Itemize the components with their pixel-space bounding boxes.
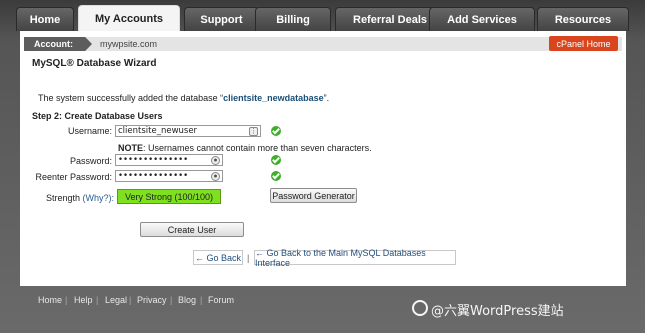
success-message: The system successfully added the databa… [38,93,329,103]
why-link[interactable]: (Why?): [83,193,115,203]
strength-meter: Very Strong (100/100) [117,189,221,204]
username-label: Username: [67,126,112,136]
footer-link-home[interactable]: Home [38,295,62,305]
key-icon[interactable]: ● [211,172,220,181]
password-input[interactable]: •••••••••••••• [115,154,223,166]
content-panel: Account: mywpsite.com cPanel Home MySQL®… [20,31,626,286]
field-menu-icon[interactable]: ⋮ [249,127,258,136]
tab-my-accounts[interactable]: My Accounts [78,5,180,31]
account-label: Account: [24,37,92,51]
cpanel-home-button[interactable]: cPanel Home [549,36,618,51]
go-back-link[interactable]: ← Go Back [193,250,243,265]
reenter-password-value: •••••••••••••• [118,171,189,181]
username-input[interactable]: clientsite_newuser [115,125,261,137]
main-tabs: Home My Accounts Support Billing Referra… [16,5,629,31]
footer-separator: | [96,295,99,305]
reenter-password-label: Reenter Password: [35,172,112,182]
footer-link-blog[interactable]: Blog [178,295,196,305]
note-label: NOTE [118,143,144,153]
footer-link-help[interactable]: Help [74,295,93,305]
footer-link-forum[interactable]: Forum [208,295,234,305]
key-icon[interactable]: ● [211,156,220,165]
username-note: NOTE: Usernames cannot contain more than… [118,143,372,153]
check-circle-icon [271,155,281,165]
tab-home[interactable]: Home [16,7,74,31]
tab-add-services[interactable]: Add Services [429,7,535,31]
account-domain: mywpsite.com [100,39,158,49]
create-user-button[interactable]: Create User [140,222,244,237]
reenter-password-input[interactable]: •••••••••••••• [115,170,223,182]
footer-separator: | [200,295,203,305]
watermark: @六翼WordPress建站 [431,304,564,319]
strength-text: Strength [46,193,81,203]
page-title: MySQL® Database Wizard [32,58,157,69]
database-name: clientsite_newdatabase [223,93,324,103]
footer-link-legal[interactable]: Legal [105,295,127,305]
password-generator-button[interactable]: Password Generator [270,188,357,203]
step-title: Step 2: Create Database Users [32,111,163,121]
success-suffix: ”. [323,93,330,103]
password-label: Password: [69,156,112,166]
check-circle-icon [271,171,281,181]
strength-label: Strength (Why?): [46,193,114,203]
tab-support[interactable]: Support [184,7,259,31]
watermark-logo-icon [412,300,428,316]
footer-separator: | [65,295,68,305]
check-circle-icon [271,126,281,136]
footer-link-privacy[interactable]: Privacy [137,295,167,305]
footer-separator: | [170,295,173,305]
tab-billing[interactable]: Billing [255,7,331,31]
username-value: clientsite_newuser [118,126,198,136]
go-back-main-link[interactable]: ← Go Back to the Main MySQL Databases In… [254,248,456,268]
nav-separator: | [247,253,250,263]
account-bar: Account: mywpsite.com cPanel Home [24,36,622,51]
footer-separator: | [129,295,132,305]
tab-resources[interactable]: Resources [537,7,629,31]
password-value: •••••••••••••• [118,155,189,165]
note-text: : Usernames cannot contain more than sev… [143,143,372,153]
success-prefix: The system successfully added the databa… [38,93,224,103]
